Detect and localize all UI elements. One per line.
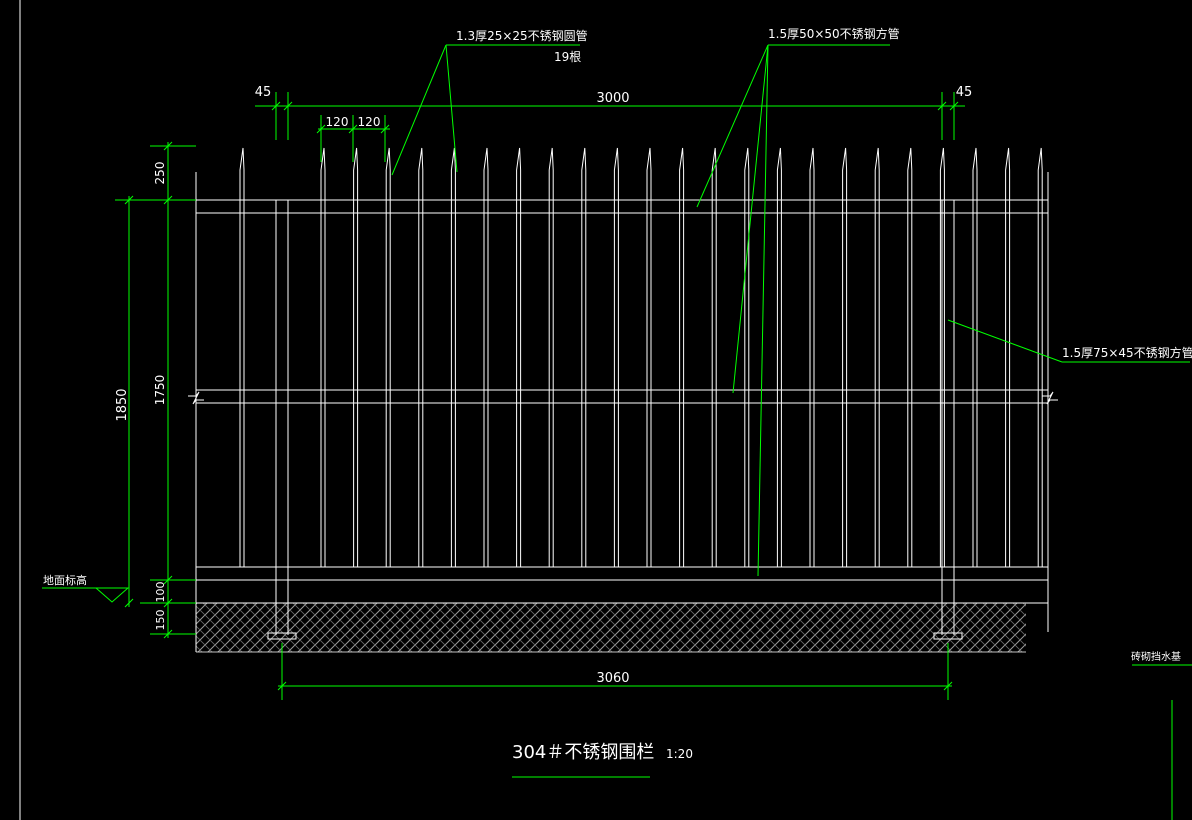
- picket: [776, 147, 782, 567]
- dim-span-top: 3000: [596, 91, 629, 106]
- label-side-note: 砖砌挡水基: [1131, 650, 1181, 663]
- picket: [907, 147, 913, 567]
- picket: [385, 147, 391, 567]
- picket: [483, 147, 489, 567]
- label-round-tube-count: 19根: [554, 50, 581, 64]
- dim-spike-height: 250: [153, 162, 167, 185]
- label-round-tube: 1.3厚25×25不锈钢圆管: [456, 28, 588, 43]
- ground-level-triangle: [94, 587, 130, 603]
- break-mark-right: [1042, 391, 1058, 405]
- picket: [516, 147, 522, 567]
- picket: [809, 147, 815, 567]
- dim-spacing-1: 120: [326, 115, 349, 129]
- ground-hatch: [196, 603, 1026, 652]
- middle-rail: [196, 389, 1048, 404]
- dim-bottom-rail: 100: [154, 582, 167, 603]
- fence-elevation-drawing: 3000 45 45 120 120 3060 1850 250 1750 10…: [19, 0, 1192, 820]
- picket: [646, 147, 652, 567]
- picket: [353, 147, 359, 567]
- picket: [744, 147, 750, 567]
- picket: [1005, 147, 1011, 567]
- label-square-tube-50: 1.5厚50×50不锈钢方管: [768, 26, 900, 41]
- dim-right-offset: 45: [956, 85, 973, 100]
- picket: [679, 147, 685, 567]
- picket: [711, 147, 717, 567]
- dim-fence-height: 1750: [153, 375, 167, 406]
- picket: [874, 147, 880, 567]
- picket: [972, 147, 978, 567]
- drawing-scale: 1:20: [666, 747, 693, 761]
- picket: [320, 147, 326, 567]
- label-square-tube-75: 1.5厚75×45不锈钢方管: [1062, 345, 1192, 360]
- post-right: [933, 200, 963, 640]
- picket: [842, 147, 848, 567]
- dim-spacing-2: 120: [358, 115, 381, 129]
- dim-total-height: 1850: [115, 388, 130, 421]
- picket: [239, 147, 245, 567]
- picket: [1037, 147, 1043, 567]
- leader-square75-line: [947, 319, 1063, 363]
- bottom-rail: [196, 566, 1048, 581]
- picket-group: [239, 147, 1043, 567]
- post-left: [267, 200, 297, 640]
- dim-span-bottom: 3060: [596, 671, 629, 686]
- picket: [548, 147, 554, 567]
- picket: [418, 147, 424, 567]
- picket: [613, 147, 619, 567]
- picket: [450, 147, 456, 567]
- dim-left-offset: 45: [255, 85, 272, 100]
- label-ground-level: 地面标高: [43, 573, 87, 587]
- picket: [581, 147, 587, 567]
- dim-base-depth: 150: [154, 610, 167, 631]
- drawing-title: 304＃不锈钢围栏: [512, 742, 654, 763]
- top-rail: [196, 199, 1048, 214]
